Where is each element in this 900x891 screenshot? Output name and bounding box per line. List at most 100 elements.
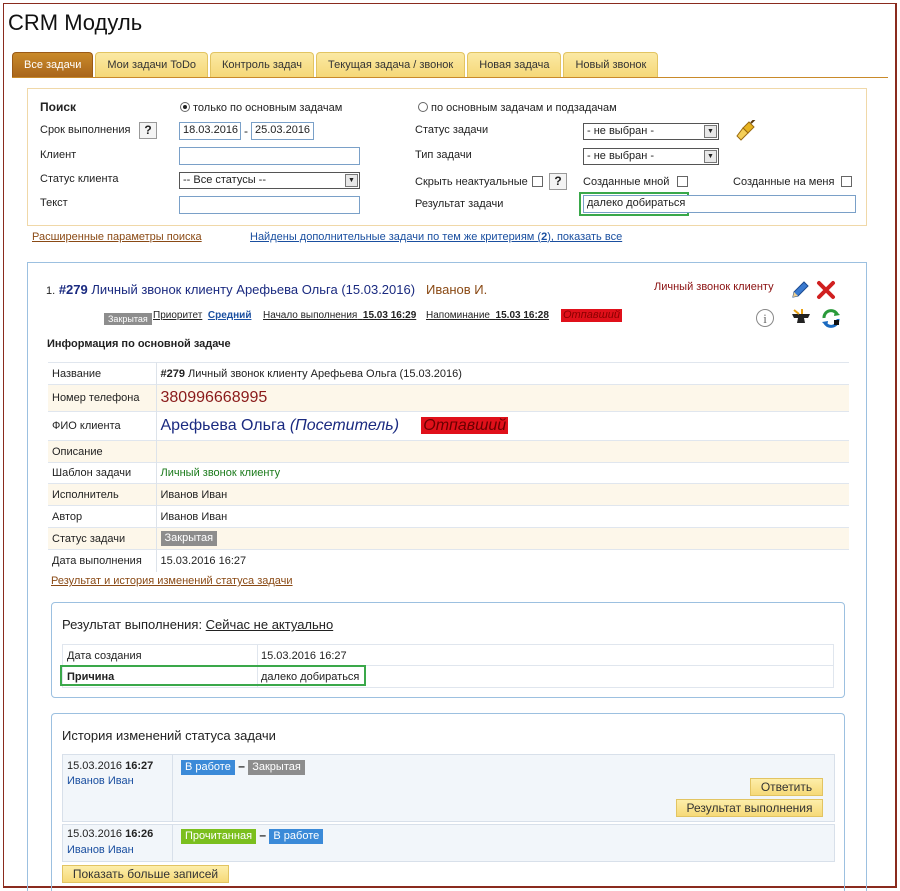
result-button[interactable]: Результат выполнения bbox=[676, 799, 823, 817]
entry-user[interactable]: Иванов Иван bbox=[67, 844, 134, 856]
arrow-dash: – bbox=[259, 828, 267, 842]
refresh-arrows-icon[interactable] bbox=[820, 308, 842, 331]
task-priority: Приоритет Средний bbox=[153, 310, 252, 321]
row-label: Статус задачи bbox=[48, 527, 157, 550]
search-panel: Поиск только по основным задачам по осно… bbox=[27, 88, 867, 226]
task-assignee: Иванов И. bbox=[426, 282, 488, 297]
date-to-input[interactable]: 25.03.2016 bbox=[251, 122, 314, 140]
client-label: Клиент bbox=[40, 149, 77, 161]
row-label: Описание bbox=[48, 440, 157, 463]
broom-clear-icon[interactable] bbox=[735, 118, 757, 145]
row-label: Номер телефона bbox=[48, 384, 157, 412]
table-row bbox=[63, 645, 833, 666]
help-button[interactable]: ? bbox=[139, 122, 157, 139]
svg-text:i: i bbox=[763, 311, 767, 326]
advanced-search-link[interactable]: Расширенные параметры поиска bbox=[32, 231, 202, 243]
app-title: CRM Модуль bbox=[8, 10, 143, 35]
chevron-down-icon: ▼ bbox=[704, 150, 717, 163]
text-label: Текст bbox=[40, 197, 68, 209]
task-type-select[interactable]: - не выбран - ▼ bbox=[583, 148, 719, 165]
task-title[interactable]: 1. #279 Личный звонок клиенту Арефьева О… bbox=[46, 282, 415, 297]
info-heading: Информация по основной задаче bbox=[47, 338, 231, 350]
tab-new-task[interactable]: Новая задача bbox=[467, 52, 562, 78]
entry-datetime: 15.03.2016 16:26 bbox=[67, 828, 154, 840]
date-from-input[interactable]: 18.03.2016 bbox=[179, 122, 241, 140]
task-card: 1. #279 Личный звонок клиенту Арефьева О… bbox=[27, 262, 867, 891]
row-value: Иванов Иван bbox=[156, 483, 849, 506]
row-label: ФИО клиента bbox=[48, 411, 157, 441]
search-heading: Поиск bbox=[40, 100, 77, 114]
date-separator: - bbox=[244, 124, 248, 138]
deadline-label: Срок выполнения bbox=[40, 124, 131, 136]
show-more-button[interactable]: Показать больше записей bbox=[62, 865, 229, 883]
task-status-label: Статус задачи bbox=[415, 124, 489, 136]
table-row: Дата выполнения 15.03.2016 16:27 bbox=[48, 549, 849, 572]
created-for-me-label: Созданные на меня bbox=[733, 176, 835, 188]
entry-user[interactable]: Иванов Иван bbox=[67, 775, 134, 787]
edit-pencil-icon[interactable] bbox=[790, 280, 810, 303]
row-label: Шаблон задачи bbox=[48, 462, 157, 484]
tab-my-todo[interactable]: Мои задачи ToDo bbox=[95, 52, 209, 78]
help-button[interactable]: ? bbox=[549, 173, 567, 190]
info-icon[interactable]: i bbox=[755, 308, 775, 331]
created-for-me-checkbox[interactable] bbox=[841, 176, 852, 187]
tab-new-call[interactable]: Новый звонок bbox=[563, 52, 659, 78]
result-title: Результат выполнения: Сейчас не актуальн… bbox=[62, 617, 334, 632]
history-entry: 15.03.2016 16:26 Иванов Иван Прочитанная… bbox=[62, 824, 835, 862]
created-by-me-checkbox[interactable] bbox=[677, 176, 688, 187]
task-result-input[interactable]: далеко добираться bbox=[583, 195, 856, 213]
radio-icon[interactable] bbox=[418, 102, 428, 112]
tab-all-tasks[interactable]: Все задачи bbox=[12, 52, 94, 78]
task-info-table: Название #279 Личный звонок клиенту Арефь… bbox=[48, 362, 849, 572]
history-box: История изменений статуса задачи 15.03.2… bbox=[51, 713, 845, 891]
result-table: Дата создания 15.03.2016 16:27 Причина д… bbox=[60, 644, 834, 688]
table-row: Автор Иванов Иван bbox=[48, 505, 849, 528]
row-value: #279 Личный звонок клиенту Арефьева Ольг… bbox=[156, 362, 849, 385]
radio-icon[interactable] bbox=[180, 102, 190, 112]
fio-value: Арефьева Ольга (Посетитель) Отпавший bbox=[156, 411, 849, 441]
client-tag: Отпавший bbox=[561, 309, 622, 322]
table-row: ФИО клиента Арефьева Ольга (Посетитель) О… bbox=[48, 411, 849, 441]
row-value: Закрытая bbox=[156, 527, 849, 550]
table-row: Статус задачи Закрытая bbox=[48, 527, 849, 550]
status-change: В работе – Закрытая bbox=[181, 759, 305, 775]
phone-value: 380996668995 bbox=[156, 384, 849, 412]
row-value: 15.03.2016 16:27 bbox=[156, 549, 849, 572]
client-status-label: Статус клиента bbox=[40, 173, 119, 185]
task-result-label: Результат задачи bbox=[415, 198, 504, 210]
radio-main-only[interactable]: только по основным задачам bbox=[180, 102, 342, 114]
divider bbox=[172, 825, 173, 861]
task-type-label: Личный звонок клиенту bbox=[654, 281, 774, 293]
client-status-select[interactable]: -- Все статусы -- ▼ bbox=[179, 172, 360, 189]
radio-with-subtasks[interactable]: по основным задачам и подзадачам bbox=[418, 102, 617, 114]
row-label: Автор bbox=[48, 505, 157, 528]
task-type-value: - не выбран - bbox=[587, 150, 655, 162]
task-status-select[interactable]: - не выбран - ▼ bbox=[583, 123, 719, 140]
found-more-link[interactable]: Найдены дополнительные задачи по тем же … bbox=[250, 231, 622, 243]
status-change: Прочитанная – В работе bbox=[181, 828, 324, 844]
task-start: Начало выполнения 15.03 16:29 bbox=[263, 310, 417, 321]
table-row: Описание bbox=[48, 440, 849, 463]
row-label: Дата выполнения bbox=[48, 549, 157, 572]
created-value: 15.03.2016 16:27 bbox=[261, 650, 347, 662]
task-reminder: Напоминание 15.03 16:28 bbox=[426, 310, 549, 321]
delete-x-icon[interactable] bbox=[816, 280, 836, 303]
tab-control[interactable]: Контроль задач bbox=[210, 52, 315, 78]
row-value: Личный звонок клиенту bbox=[156, 462, 849, 484]
table-row: Номер телефона 380996668995 bbox=[48, 384, 849, 412]
result-box: Результат выполнения: Сейчас не актуальн… bbox=[51, 602, 845, 698]
reason-highlight bbox=[60, 665, 366, 686]
hide-irrelevant-label: Скрыть неактуальные bbox=[415, 176, 528, 188]
tab-underline bbox=[12, 77, 888, 78]
history-title: История изменений статуса задачи bbox=[62, 728, 276, 743]
text-input[interactable] bbox=[179, 196, 360, 214]
table-row: Исполнитель Иванов Иван bbox=[48, 483, 849, 506]
anvil-icon[interactable] bbox=[790, 308, 812, 331]
tab-current-task[interactable]: Текущая задача / звонок bbox=[316, 52, 466, 78]
client-input[interactable] bbox=[179, 147, 360, 165]
created-label: Дата создания bbox=[67, 650, 142, 662]
history-link[interactable]: Результат и история изменений статуса за… bbox=[51, 575, 293, 587]
task-status-value: - не выбран - bbox=[587, 125, 655, 137]
reply-button[interactable]: Ответить bbox=[750, 778, 823, 796]
hide-irrelevant-checkbox[interactable] bbox=[532, 176, 543, 187]
